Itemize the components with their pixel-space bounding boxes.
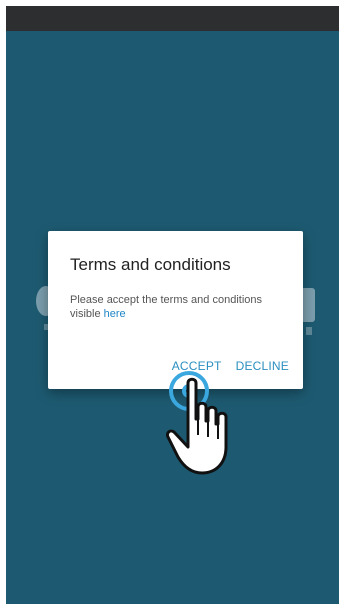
terms-dialog: Terms and conditions Please accept the t… [48,231,303,389]
decline-button[interactable]: DECLINE [236,359,289,373]
background-logo-fragment [306,327,312,335]
terms-link[interactable]: here [104,308,126,320]
app-screen: Terms and conditions Please accept the t… [6,6,339,604]
dialog-body-text: Please accept the terms and conditions v… [70,294,263,320]
background-logo-fragment [301,288,315,322]
accept-button[interactable]: ACCEPT [172,359,222,373]
dialog-title: Terms and conditions [70,255,231,274]
dialog-body: Please accept the terms and conditions v… [70,293,280,321]
hand-pointer-icon [166,377,228,475]
status-bar [6,6,339,31]
